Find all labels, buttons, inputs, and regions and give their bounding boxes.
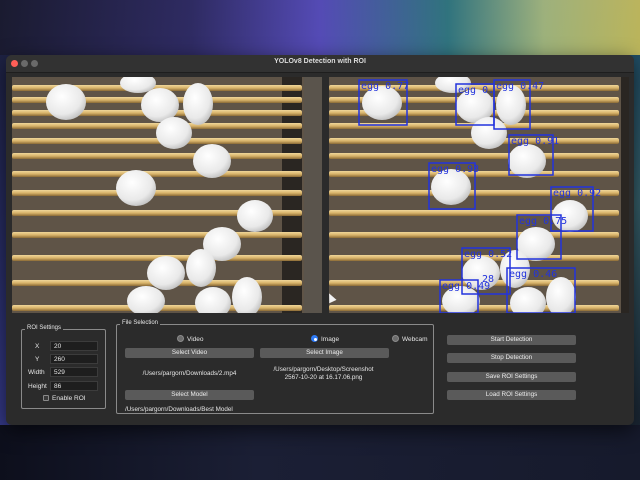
detection-label-8: egg 0.52 [464, 249, 512, 260]
webcam-radio[interactable] [392, 335, 399, 342]
model-path-text: /Users/pargorn/Downloads/Best Model [125, 406, 233, 413]
video-radio-label: Video [187, 336, 204, 343]
video-radio[interactable] [177, 335, 184, 342]
window-title: YOLOv8 Detection with ROI [274, 58, 366, 65]
detection-image-panel: egg 0.77 egg 0. egg 0.47 egg 0.91 egg 0.… [329, 77, 629, 313]
webcam-radio-label: Webcam [402, 336, 428, 343]
detection-label-7: egg 0.75 [519, 216, 567, 227]
detection-label-9: egg 0.46 [509, 269, 557, 280]
detection-label-6: egg 0.92 [553, 188, 601, 199]
detection-label-5: egg 0.93 [431, 164, 479, 175]
start-detection-button[interactable]: Start Detection [447, 335, 576, 345]
detection-label-11: 28 [482, 274, 494, 285]
roi-x-label: X [35, 343, 40, 350]
image-radio[interactable] [311, 335, 318, 342]
desktop-wallpaper-top [0, 0, 640, 55]
detection-label-2: egg 0. [458, 85, 494, 96]
detection-label-3: egg 0.47 [496, 81, 544, 92]
roi-height-field[interactable]: 86 [50, 381, 98, 391]
original-image-panel [12, 77, 322, 313]
select-model-button[interactable]: Select Model [125, 390, 254, 400]
image-path-line-2: 2567-10-20 at 16.17.06.png [284, 374, 363, 381]
file-selection-title: File Selection [120, 320, 161, 326]
roi-x-field[interactable]: 20 [50, 341, 98, 351]
detection-frame-image: egg 0.77 egg 0. egg 0.47 egg 0.91 egg 0.… [329, 77, 629, 313]
image-radio-label: Image [321, 336, 340, 343]
roi-y-field[interactable]: 260 [50, 354, 98, 364]
detection-label-1: egg 0.77 [361, 81, 409, 92]
select-video-button[interactable]: Select Video [125, 348, 254, 358]
save-roi-settings-button[interactable]: Save ROI Settings [447, 372, 576, 382]
roi-height-label: Height [28, 383, 47, 390]
roi-settings-title: ROI Settings [25, 325, 64, 331]
select-image-button[interactable]: Select Image [260, 348, 389, 358]
desktop-wallpaper-bottom [0, 425, 640, 480]
video-path-text: /Users/pargorn/Downloads/2.mp4 [142, 370, 237, 377]
load-roi-settings-button[interactable]: Load ROI Settings [447, 390, 576, 400]
roi-width-field[interactable]: 529 [50, 367, 98, 377]
roi-y-label: Y [35, 356, 40, 363]
enable-roi-checkbox[interactable] [43, 395, 49, 401]
image-path-line-1: /Users/pargorn/Desktop/Screenshot [273, 366, 374, 373]
stop-detection-button[interactable]: Stop Detection [447, 353, 576, 363]
app-window: YOLOv8 Detection with ROI egg 0.77 egg 0… [6, 55, 634, 425]
enable-roi-label: Enable ROI [52, 395, 86, 402]
roi-width-label: Width [28, 369, 45, 376]
title-bar[interactable]: YOLOv8 Detection with ROI [6, 55, 634, 73]
original-frame-image [12, 77, 322, 313]
detection-label-4: egg 0.91 [511, 136, 559, 147]
